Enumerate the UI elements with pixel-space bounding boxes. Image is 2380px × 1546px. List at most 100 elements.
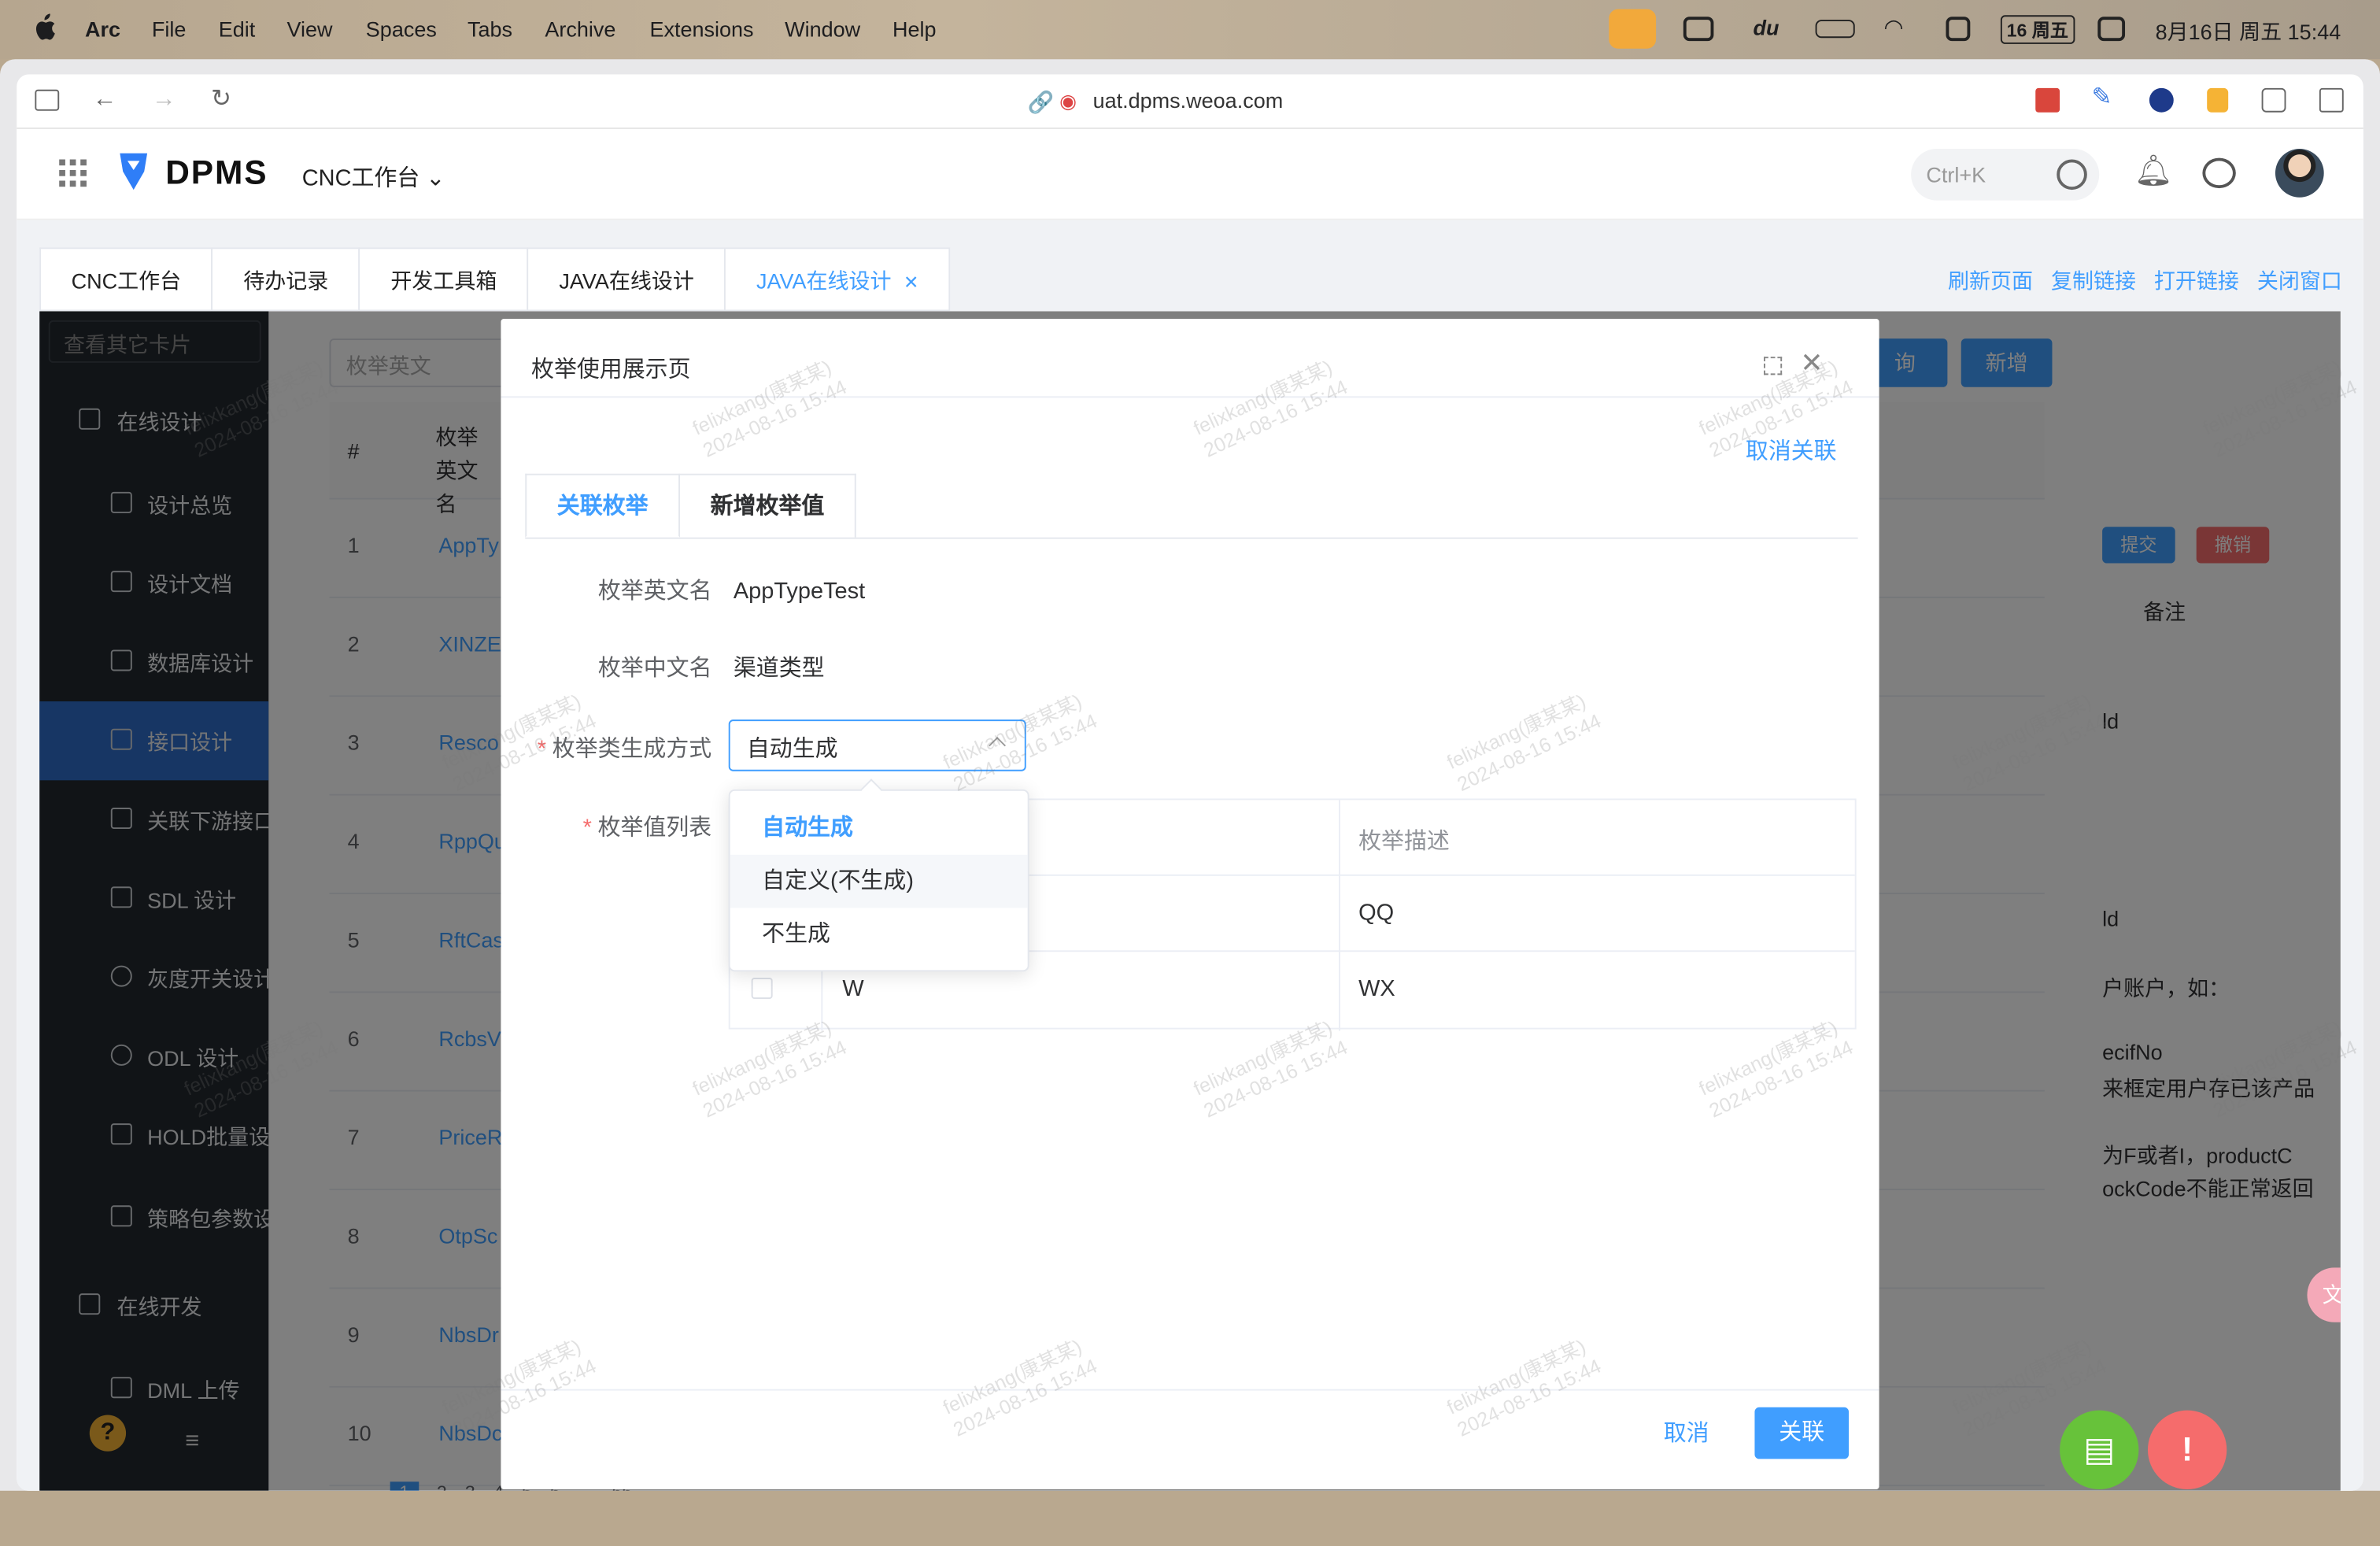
site-info-icon[interactable]: ◉ (1059, 90, 1077, 114)
chevron-down-icon: ⌄ (419, 165, 445, 192)
apple-icon[interactable] (32, 13, 57, 41)
url-text[interactable]: uat.dpms.weoa.com (1093, 88, 1284, 113)
field-label: 枚举英文名 (597, 578, 712, 605)
browser-content: ← → ↻ 🔗 ◉ uat.dpms.weoa.com ✎ DPMS CNC工作… (17, 74, 2363, 1491)
extension-red-icon[interactable] (2035, 87, 2060, 113)
close-icon[interactable]: ✕ (1800, 348, 1823, 380)
extension-edit-icon[interactable]: ✎ (2092, 86, 2112, 111)
open-link-link[interactable]: 打开链接 (2154, 268, 2239, 293)
gen-mode-select[interactable]: 自动生成 (728, 719, 1026, 771)
field-value: AppTypeTest (733, 578, 866, 605)
dropdown-arrow (860, 779, 882, 801)
browser-toolbar: ← → ↻ 🔗 ◉ uat.dpms.weoa.com ✎ (17, 75, 2363, 129)
tab-java-design[interactable]: JAVA在线设计 (527, 247, 725, 312)
column-divider (1339, 800, 1340, 1031)
menu-help[interactable]: Help (893, 17, 937, 41)
work-area: CNC工作台 待办记录 开发工具箱 JAVA在线设计 JAVA在线设计 ✕ 刷新页… (17, 220, 2363, 1491)
refresh-page-link[interactable]: 刷新页面 (1948, 268, 2033, 293)
global-search[interactable]: Ctrl+K (1911, 149, 2100, 201)
screen-icon[interactable] (1683, 17, 1714, 42)
alert-icon[interactable]: ! (2147, 1410, 2227, 1489)
search-icon (2057, 159, 2087, 190)
search-placeholder: Ctrl+K (1926, 162, 1986, 187)
link-icon[interactable]: 🔗 (1028, 90, 1055, 114)
avatar[interactable] (2275, 149, 2324, 198)
header-desc: 枚举描述 (1358, 829, 1450, 855)
tab-cnc-workbench[interactable]: CNC工作台 (39, 247, 212, 312)
tab-linked-enum[interactable]: 关联枚举 (525, 473, 681, 538)
apps-grid-icon[interactable] (59, 159, 87, 187)
select-value: 自动生成 (746, 736, 838, 763)
field-en-name: 枚举英文名 AppTypeTest (598, 574, 865, 606)
control-center-icon[interactable] (2097, 17, 2126, 42)
wifi-icon[interactable]: ◠ (1883, 13, 1914, 41)
tab-active-label: JAVA在线设计 (756, 268, 892, 294)
dialog-header: 枚举使用展示页 ✕ (501, 319, 1879, 398)
reload-icon[interactable]: ↻ (211, 87, 231, 113)
extension-settings-icon[interactable] (2261, 87, 2286, 113)
menu-view[interactable]: View (287, 17, 333, 41)
enum-desc: WX (1358, 976, 1395, 1002)
tab-dev-toolbox[interactable]: 开发工具箱 (358, 247, 527, 312)
extension-yellow-icon[interactable] (2207, 87, 2229, 113)
workspace-label: CNC工作台 (301, 165, 420, 192)
required-mark: * (582, 815, 592, 841)
tab-java-design-active[interactable]: JAVA在线设计 ✕ (724, 247, 951, 312)
menu-file[interactable]: File (152, 17, 187, 41)
clipboard-icon[interactable]: ▤ (2060, 1410, 2139, 1489)
page-tabs: CNC工作台 待办记录 开发工具箱 JAVA在线设计 JAVA在线设计 ✕ (39, 247, 951, 312)
du-icon[interactable]: du (1754, 15, 1784, 39)
gen-mode-dropdown: 自动生成 自定义(不生成) 不生成 (728, 779, 1029, 972)
tab-add-enum-value[interactable]: 新增枚举值 (680, 473, 856, 538)
macos-menubar: Arc File Edit View Spaces Tabs Archive E… (0, 0, 2380, 60)
tab-actions: 刷新页面 复制链接 打开链接 关闭窗口 (1936, 266, 2342, 297)
menubar-clock[interactable]: 8月16日 周五 15:44 (2156, 17, 2341, 47)
page-content: 查看其它卡片 在线设计 设计总览 设计文档 数据库设计 接口设计 关联下游接口 … (39, 311, 2341, 1491)
fullscreen-icon[interactable] (1764, 357, 1783, 375)
menu-window[interactable]: Window (785, 17, 860, 41)
forward-icon[interactable]: → (152, 87, 176, 113)
notes-icon[interactable] (1946, 17, 1971, 42)
required-mark: * (537, 736, 546, 763)
option-no-generate[interactable]: 不生成 (730, 908, 1028, 961)
chevron-up-icon (989, 737, 1006, 754)
enum-desc: QQ (1358, 900, 1395, 926)
dialog-footer-divider (501, 1389, 1879, 1391)
menu-extensions[interactable]: Extensions (649, 17, 753, 41)
field-cn-name: 枚举中文名 渠道类型 (598, 651, 825, 683)
field-label: 枚举值列表 (597, 815, 712, 841)
app-header: DPMS CNC工作台 ⌄ Ctrl+K 🔔︎ (17, 128, 2363, 220)
option-auto-generate[interactable]: 自动生成 (730, 801, 1028, 855)
dpms-logo-icon[interactable] (117, 150, 150, 193)
enum-dialog: 枚举使用展示页 ✕ 取消关联 关联枚举 新增枚举值 枚举英文名 AppTypeT… (501, 319, 1879, 1489)
sidebar-toggle-icon[interactable] (35, 89, 60, 111)
battery-icon (1815, 20, 1855, 39)
menu-archive[interactable]: Archive (545, 17, 615, 41)
link-button[interactable]: 关联 (1754, 1407, 1850, 1459)
copy-link-link[interactable]: 复制链接 (2051, 268, 2136, 293)
field-label: 枚举类生成方式 (552, 736, 712, 763)
brand-name[interactable]: DPMS (165, 153, 268, 193)
close-icon[interactable]: ✕ (904, 272, 918, 293)
close-window-link[interactable]: 关闭窗口 (2257, 268, 2342, 293)
menu-tabs[interactable]: Tabs (468, 17, 512, 41)
option-custom[interactable]: 自定义(不生成) (730, 854, 1028, 908)
workspace-selector[interactable]: CNC工作台 ⌄ (302, 161, 445, 193)
back-icon[interactable]: ← (93, 87, 117, 113)
tabs-divider (525, 537, 1858, 539)
menu-spaces[interactable]: Spaces (366, 17, 437, 41)
support-icon[interactable] (2202, 157, 2236, 189)
cancel-button[interactable]: 取消 (1648, 1409, 1724, 1461)
extension-check-icon[interactable] (2149, 87, 2174, 113)
calendar-badge[interactable]: 16 周五 (2000, 15, 2075, 44)
split-view-icon[interactable] (2319, 87, 2344, 113)
tab-todo-records[interactable]: 待办记录 (211, 247, 359, 312)
menu-edit[interactable]: Edit (219, 17, 256, 41)
row-checkbox[interactable] (751, 978, 773, 1000)
menu-app-name[interactable]: Arc (85, 17, 120, 41)
bell-icon[interactable]: 🔔︎ (2134, 157, 2173, 187)
unlink-button[interactable]: 取消关联 (1746, 435, 1837, 467)
microphone-icon[interactable] (1609, 9, 1657, 49)
enum-code: W (842, 976, 864, 1002)
dialog-title: 枚举使用展示页 (531, 357, 691, 383)
